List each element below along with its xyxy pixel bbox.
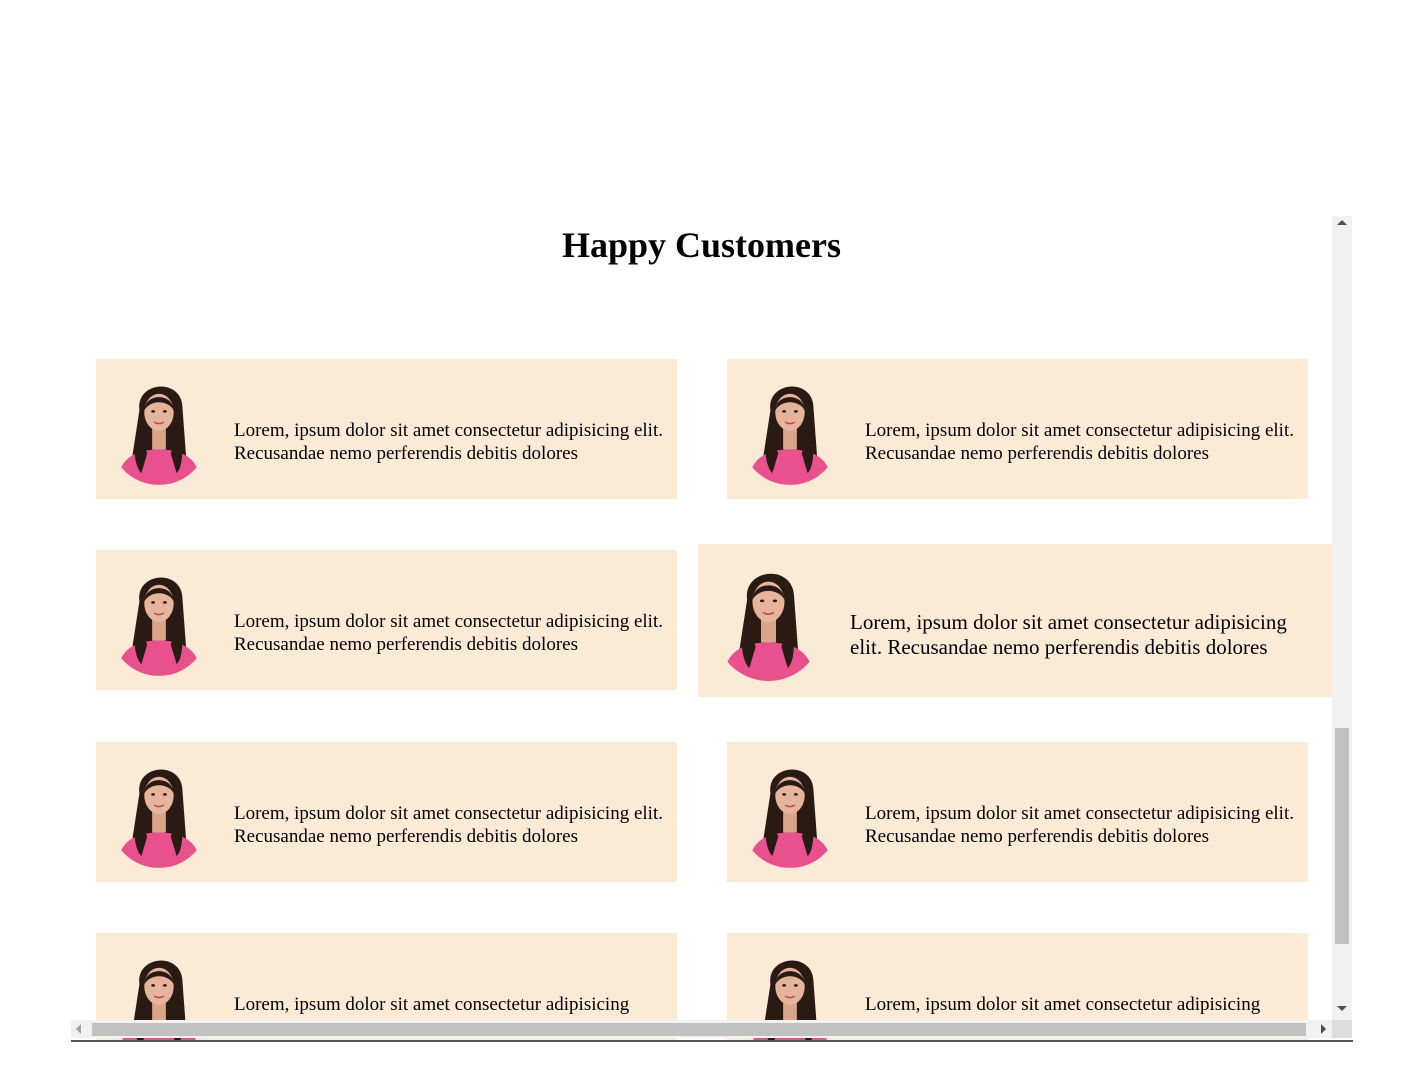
customer-avatar	[110, 754, 208, 868]
testimonial-text: Lorem, ipsum dolor sit amet consectetur …	[234, 420, 663, 464]
vertical-scroll-thumb[interactable]	[1335, 728, 1349, 944]
scroll-up-arrow-icon[interactable]	[1337, 220, 1347, 225]
scroll-right-arrow-icon[interactable]	[1321, 1024, 1326, 1034]
testimonial-text: Lorem, ipsum dolor sit amet consectetur …	[865, 420, 1294, 464]
vertical-scrollbar[interactable]	[1332, 216, 1352, 1020]
page-title: Happy Customers	[561, 225, 842, 265]
testimonial-card: Lorem, ipsum dolor sit amet consectetur …	[727, 359, 1308, 499]
testimonial-card: Lorem, ipsum dolor sit amet consectetur …	[727, 742, 1308, 882]
testimonial-card: Lorem, ipsum dolor sit amet consectetur …	[96, 359, 677, 499]
testimonial-text: Lorem, ipsum dolor sit amet consectetur …	[865, 994, 1261, 1015]
testimonial-card: Lorem, ipsum dolor sit amet consectetur …	[96, 550, 677, 690]
customer-avatar	[715, 557, 822, 681]
testimonial-text: Lorem, ipsum dolor sit amet consectetur …	[850, 610, 1287, 659]
scroll-down-arrow-icon[interactable]	[1337, 1006, 1347, 1011]
customer-avatar	[110, 562, 208, 676]
testimonial-text: Lorem, ipsum dolor sit amet consectetur …	[234, 611, 663, 655]
window-bottom-border	[71, 1040, 1353, 1042]
customer-avatar	[741, 371, 839, 485]
horizontal-scroll-thumb[interactable]	[92, 1023, 1306, 1036]
scroll-left-arrow-icon[interactable]	[76, 1024, 81, 1034]
testimonial-text: Lorem, ipsum dolor sit amet consectetur …	[234, 803, 663, 847]
customer-avatar	[110, 371, 208, 485]
testimonial-text: Lorem, ipsum dolor sit amet consectetur …	[865, 803, 1294, 847]
testimonial-text: Lorem, ipsum dolor sit amet consectetur …	[234, 994, 630, 1015]
testimonial-card: Lorem, ipsum dolor sit amet consectetur …	[96, 742, 677, 882]
page-viewport: Happy Customers Lorem, ipsum dolor sit a…	[71, 216, 1352, 1041]
testimonial-card-hovered: Lorem, ipsum dolor sit amet consectetur …	[698, 544, 1332, 697]
horizontal-scrollbar[interactable]	[71, 1020, 1332, 1038]
scrollbar-corner	[1332, 1020, 1352, 1038]
customer-avatar	[741, 754, 839, 868]
